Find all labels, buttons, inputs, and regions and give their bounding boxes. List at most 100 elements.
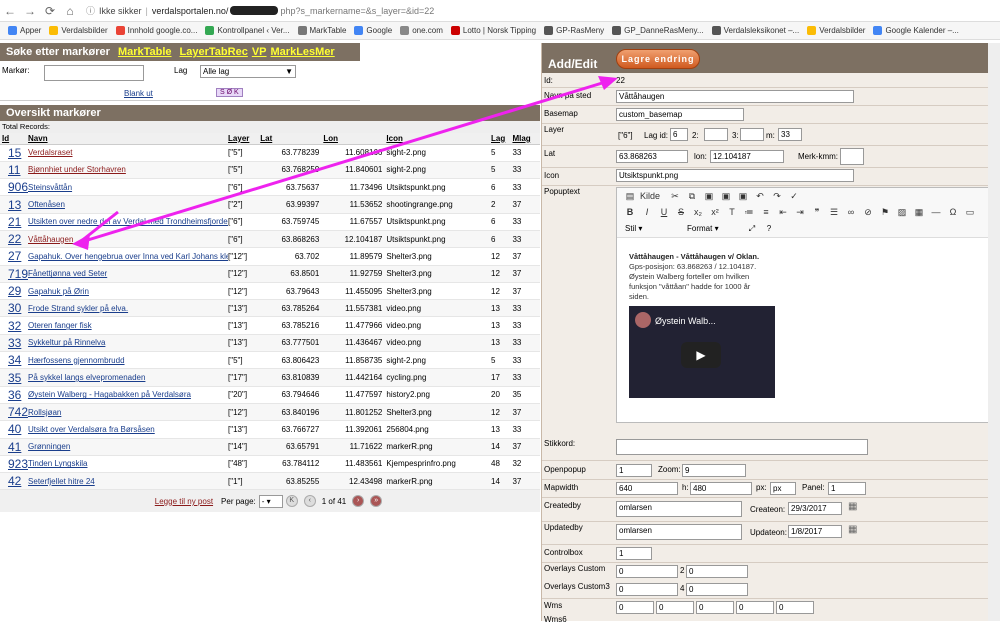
- calendar-icon[interactable]: ▦: [848, 501, 857, 512]
- table-row[interactable]: 21 Utsikten over nedre del av Verdal med …: [0, 213, 540, 231]
- bookmark-item[interactable]: Innhold google.co...: [115, 26, 197, 35]
- marker-name-link[interactable]: Gapahuk på Ørin: [28, 287, 89, 296]
- table-icon[interactable]: ▦: [912, 207, 926, 218]
- table-row[interactable]: 11 Bjønnhiet under Storhavren ["5"] 63.7682…: [0, 161, 540, 180]
- new-post-link[interactable]: Legge til ny post: [155, 497, 213, 506]
- bookmark-item[interactable]: GP-RasMeny: [544, 26, 604, 35]
- bookmark-item[interactable]: MarkTable: [297, 26, 346, 35]
- wms-input-1[interactable]: 0: [616, 601, 654, 614]
- spellcheck-icon[interactable]: ✓: [787, 191, 801, 202]
- stikkord-input[interactable]: [616, 439, 868, 455]
- marker-name-link[interactable]: Hærfossens gjennombrudd: [28, 356, 125, 365]
- undo-icon[interactable]: ↶: [753, 191, 767, 202]
- marker-name-link[interactable]: Seterfjellet hitre 24: [28, 477, 95, 486]
- italic-icon[interactable]: I: [640, 207, 654, 217]
- bookmark-item[interactable]: Google Kalender –...: [873, 26, 959, 35]
- cell-id[interactable]: 40: [0, 420, 29, 439]
- column-header[interactable]: Mlag: [512, 133, 540, 145]
- bookmark-item[interactable]: Kontrollpanel ‹ Ver...: [205, 26, 290, 35]
- openpopup-input[interactable]: 1: [616, 464, 652, 477]
- cell-id[interactable]: 27: [0, 247, 29, 266]
- table-row[interactable]: 22 Våttåhaugen ["6"] 63.868263 12.104187 Utsi…: [0, 230, 540, 249]
- table-row[interactable]: 29 Gapahuk på Ørin ["12"] 63.79643 11.455095…: [0, 282, 540, 301]
- per-page-select[interactable]: - ▾: [258, 494, 283, 508]
- paste-word-icon[interactable]: ▣: [736, 191, 750, 202]
- column-header[interactable]: Icon: [386, 133, 492, 145]
- marker-name-link[interactable]: Tinden Lyngskila: [28, 459, 87, 468]
- underline-icon[interactable]: U: [657, 207, 671, 217]
- marker-name-link[interactable]: På sykkel langs elvepromenaden: [28, 373, 145, 382]
- link-vp[interactable]: VP: [252, 46, 267, 58]
- bookmark-item[interactable]: Verdalsbilder: [49, 26, 108, 35]
- last-page-button[interactable]: »: [370, 495, 383, 508]
- bookmark-item[interactable]: Verdalsleksikonet –...: [711, 26, 799, 35]
- bookmark-item[interactable]: one.com: [400, 26, 443, 35]
- cell-id[interactable]: 22: [0, 230, 29, 249]
- cell-id[interactable]: 29: [0, 282, 29, 301]
- overlays-custom3-input-2[interactable]: 0: [686, 583, 748, 596]
- table-row[interactable]: 42 Seterfjellet hitre 24 ["1"] 63.85255 12.4…: [0, 472, 540, 491]
- wms-input-3[interactable]: 0: [696, 601, 734, 614]
- table-row[interactable]: 13 Oftenåsen ["2"] 63.99397 11.53652 shooting…: [0, 195, 540, 214]
- overlays-custom-input-2[interactable]: 0: [686, 565, 748, 578]
- cell-id[interactable]: 32: [0, 316, 29, 335]
- lon-input[interactable]: 12.104187: [710, 150, 784, 163]
- panel-input[interactable]: 1: [828, 482, 866, 495]
- indent-icon[interactable]: ⇥: [793, 207, 807, 218]
- kilde-button[interactable]: Kilde: [640, 191, 660, 201]
- h-input[interactable]: 480: [690, 482, 752, 495]
- marker-name-link[interactable]: Rollsjøan: [28, 408, 61, 417]
- source-icon[interactable]: ▤: [623, 191, 637, 202]
- strike-icon[interactable]: S: [674, 207, 688, 217]
- overlays-custom-input-1[interactable]: 0: [616, 565, 678, 578]
- clear-format-icon[interactable]: T: [725, 207, 739, 217]
- subscript-icon[interactable]: x₂: [691, 207, 705, 217]
- column-header[interactable]: Lat: [260, 133, 324, 145]
- help-icon[interactable]: ?: [762, 224, 776, 233]
- cell-id[interactable]: 36: [0, 386, 29, 404]
- style-select[interactable]: Stil ▾: [625, 224, 681, 233]
- back-icon[interactable]: ←: [0, 4, 20, 18]
- link-icon[interactable]: ∞: [844, 207, 858, 217]
- navn-input[interactable]: Våttåhaugen: [616, 90, 854, 103]
- link-marktable[interactable]: MarkTable: [118, 46, 172, 58]
- marker-input[interactable]: [44, 65, 144, 81]
- cell-id[interactable]: 719: [0, 265, 29, 283]
- table-row[interactable]: 719 Fånettjønna ved Seter ["12"] 63.8501 11.…: [0, 265, 540, 283]
- marker-name-link[interactable]: Øystein Walberg - Hagabakken på Verdalsø…: [28, 390, 191, 399]
- marker-name-link[interactable]: Utsikt over Verdalsøra fra Børsåsen: [28, 425, 155, 434]
- marker-name-link[interactable]: Grønningen: [28, 442, 70, 451]
- bookmark-item[interactable]: Lotto | Norsk Tipping: [450, 26, 536, 35]
- marker-name-link[interactable]: Sykkeltur på Rinnelva: [28, 338, 105, 347]
- column-header[interactable]: Id: [0, 133, 29, 145]
- lag2-input[interactable]: [704, 128, 728, 141]
- prev-page-button[interactable]: ‹: [303, 495, 316, 508]
- cell-id[interactable]: 21: [0, 213, 29, 231]
- quote-icon[interactable]: ❞: [810, 207, 824, 218]
- wms-input-2[interactable]: 0: [656, 601, 694, 614]
- table-row[interactable]: 742 Rollsjøan ["12"] 63.840196 11.801252 Shel…: [0, 403, 540, 422]
- image-icon[interactable]: ▨: [895, 207, 909, 218]
- basemap-input[interactable]: custom_basemap: [616, 108, 744, 121]
- table-row[interactable]: 32 Oteren fanger fisk ["13"] 63.785216 11.47…: [0, 316, 540, 335]
- cell-id[interactable]: 11: [0, 161, 29, 180]
- table-row[interactable]: 40 Utsikt over Verdalsøra fra Børsåsen ["1…: [0, 420, 540, 439]
- table-row[interactable]: 15 Verdalsraset ["5"] 63.778239 11.608166 sig…: [0, 144, 540, 162]
- column-header[interactable]: Layer: [228, 133, 261, 145]
- marker-name-link[interactable]: Fånettjønna ved Seter: [28, 269, 107, 278]
- wms-input-4[interactable]: 0: [736, 601, 774, 614]
- cut-icon[interactable]: ✂: [668, 191, 682, 202]
- lagid-input[interactable]: 6: [670, 128, 688, 141]
- updateon-input[interactable]: 1/8/2017: [788, 525, 842, 538]
- outdent-icon[interactable]: ⇤: [776, 207, 790, 218]
- lag3-input[interactable]: [740, 128, 764, 141]
- bold-icon[interactable]: B: [623, 207, 637, 217]
- justify-icon[interactable]: ☰: [827, 207, 841, 218]
- marker-name-link[interactable]: Oteren fanger fisk: [28, 321, 92, 330]
- icon-input[interactable]: Utsiktspunkt.png: [616, 169, 854, 182]
- m-input[interactable]: 33: [778, 128, 802, 141]
- first-page-button[interactable]: K: [285, 495, 298, 508]
- maximize-icon[interactable]: ⤢: [745, 224, 759, 234]
- px-input[interactable]: px: [770, 482, 796, 495]
- cell-id[interactable]: 906: [0, 178, 29, 197]
